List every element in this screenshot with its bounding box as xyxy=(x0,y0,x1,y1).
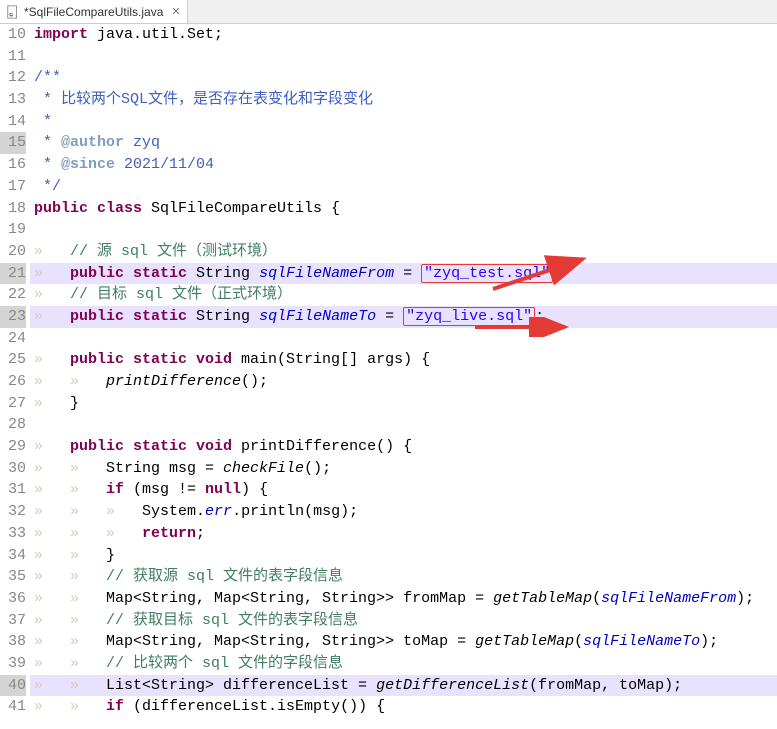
line-number: 30 xyxy=(0,458,26,480)
line-number: 32 xyxy=(0,501,26,523)
line-number: 41 xyxy=(0,696,26,718)
code-line[interactable]: » public static String sqlFileNameTo = "… xyxy=(30,306,777,328)
line-number: 27 xyxy=(0,393,26,415)
line-number: 28 xyxy=(0,414,26,436)
code-line[interactable]: » public static void main(String[] args)… xyxy=(30,349,777,371)
code-line[interactable]: » } xyxy=(30,393,777,415)
code-line[interactable]: » » // 获取源 sql 文件的表字段信息 xyxy=(30,566,777,588)
line-number: 10 xyxy=(0,24,26,46)
line-number-gutter: 1011121314151617181920212223242526272829… xyxy=(0,24,30,729)
line-number: 29 xyxy=(0,436,26,458)
line-number: 18 xyxy=(0,198,26,220)
editor-tab-bar: *SqlFileCompareUtils.java ✕ xyxy=(0,0,777,24)
line-number: 39 xyxy=(0,653,26,675)
code-line[interactable]: * @author zyq xyxy=(30,132,777,154)
code-line[interactable]: public class SqlFileCompareUtils { xyxy=(30,198,777,220)
code-line[interactable]: » » List<String> differenceList = getDif… xyxy=(30,675,777,697)
line-number: 35 xyxy=(0,566,26,588)
code-line[interactable]: » // 目标 sql 文件（正式环境） xyxy=(30,284,777,306)
line-number: 34 xyxy=(0,545,26,567)
code-line[interactable]: /** xyxy=(30,67,777,89)
code-line[interactable] xyxy=(30,414,777,436)
close-icon[interactable]: ✕ xyxy=(171,5,180,18)
line-number: 16 xyxy=(0,154,26,176)
code-editor[interactable]: 1011121314151617181920212223242526272829… xyxy=(0,24,777,729)
code-line[interactable]: » » // 获取目标 sql 文件的表字段信息 xyxy=(30,610,777,632)
line-number: 38 xyxy=(0,631,26,653)
code-line[interactable]: » » » System.err.println(msg); xyxy=(30,501,777,523)
code-line[interactable]: » public static String sqlFileNameFrom =… xyxy=(30,263,777,285)
line-number: 26 xyxy=(0,371,26,393)
line-number: 20 xyxy=(0,241,26,263)
line-number: 11 xyxy=(0,46,26,68)
line-number: 15 xyxy=(0,132,26,154)
java-file-icon xyxy=(6,5,20,19)
editor-tab[interactable]: *SqlFileCompareUtils.java ✕ xyxy=(0,0,188,23)
line-number: 17 xyxy=(0,176,26,198)
line-number: 23 xyxy=(0,306,26,328)
line-number: 19 xyxy=(0,219,26,241)
line-number: 37 xyxy=(0,610,26,632)
line-number: 31 xyxy=(0,479,26,501)
line-number: 13 xyxy=(0,89,26,111)
code-line[interactable] xyxy=(30,219,777,241)
line-number: 36 xyxy=(0,588,26,610)
code-area[interactable]: import java.util.Set; /** * 比较两个SQL文件，是否存… xyxy=(30,24,777,729)
code-line[interactable]: * 比较两个SQL文件，是否存在表变化和字段变化 xyxy=(30,89,777,111)
code-line[interactable]: » » } xyxy=(30,545,777,567)
line-number: 40 xyxy=(0,675,26,697)
line-number: 24 xyxy=(0,328,26,350)
code-line[interactable]: » // 源 sql 文件（测试环境） xyxy=(30,241,777,263)
code-line[interactable]: */ xyxy=(30,176,777,198)
line-number: 33 xyxy=(0,523,26,545)
code-line[interactable]: » » Map<String, Map<String, String>> toM… xyxy=(30,631,777,653)
line-number: 14 xyxy=(0,111,26,133)
editor-tab-title: *SqlFileCompareUtils.java xyxy=(24,5,163,19)
code-line[interactable] xyxy=(30,328,777,350)
code-line[interactable]: import java.util.Set; xyxy=(30,24,777,46)
code-line[interactable]: » » printDifference(); xyxy=(30,371,777,393)
code-line[interactable]: » » // 比较两个 sql 文件的字段信息 xyxy=(30,653,777,675)
line-number: 25 xyxy=(0,349,26,371)
code-line[interactable] xyxy=(30,46,777,68)
line-number: 22 xyxy=(0,284,26,306)
code-line[interactable]: * @since 2021/11/04 xyxy=(30,154,777,176)
code-line[interactable]: * xyxy=(30,111,777,133)
code-line[interactable]: » » if (msg != null) { xyxy=(30,479,777,501)
code-line[interactable]: » » String msg = checkFile(); xyxy=(30,458,777,480)
line-number: 21 xyxy=(0,263,26,285)
line-number: 12 xyxy=(0,67,26,89)
code-line[interactable]: » » Map<String, Map<String, String>> fro… xyxy=(30,588,777,610)
code-line[interactable]: » » » return; xyxy=(30,523,777,545)
code-line[interactable]: » public static void printDifference() { xyxy=(30,436,777,458)
code-line[interactable]: » » if (differenceList.isEmpty()) { xyxy=(30,696,777,718)
